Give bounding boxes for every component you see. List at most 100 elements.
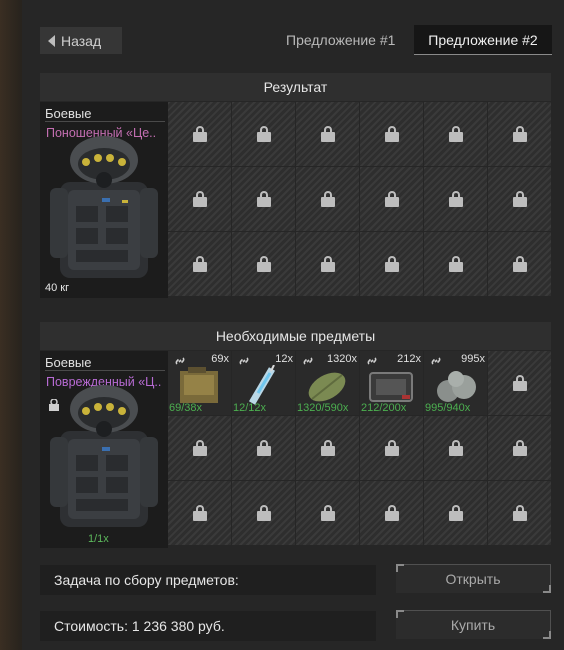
locked-slot: [360, 481, 423, 545]
locked-slot: [232, 102, 295, 166]
back-button[interactable]: Назад: [40, 27, 122, 54]
locked-slot: [488, 102, 551, 166]
material-quantity: 12x: [275, 353, 293, 365]
lock-icon: [256, 256, 271, 272]
open-button[interactable]: Открыть: [396, 564, 551, 593]
result-item-card[interactable]: Боевые Поношенный «Це.. 40 кг: [40, 102, 168, 298]
locked-slot: [360, 102, 423, 166]
lock-icon: [192, 191, 207, 207]
back-label: Назад: [61, 32, 102, 49]
material-slot[interactable]: 69x 69/38x: [168, 351, 231, 415]
locked-slot: [168, 167, 231, 231]
lock-icon: [320, 191, 335, 207]
locked-slot: [488, 232, 551, 296]
armor-suit-icon: [50, 385, 158, 527]
required-item-card[interactable]: Боевые Поврежденный «Ц.. 1/1x: [40, 351, 168, 548]
lock-icon: [512, 440, 527, 456]
locked-slot: [360, 167, 423, 231]
material-have: 1320/590x: [297, 402, 349, 414]
lock-icon: [384, 191, 399, 207]
result-item-category: Боевые: [45, 106, 92, 121]
lock-icon: [320, 126, 335, 142]
locked-slot: [360, 232, 423, 296]
locked-slot: [424, 102, 487, 166]
lock-icon: [448, 440, 463, 456]
result-item-weight: 40 кг: [45, 282, 70, 294]
material-have: 995/940x: [425, 402, 471, 414]
locked-slot: [168, 481, 231, 545]
lock-icon: [192, 126, 207, 142]
material-quantity: 1320x: [327, 353, 357, 365]
locked-slot: [232, 416, 295, 480]
result-title: Результат: [40, 73, 551, 101]
required-item-category: Боевые: [45, 355, 92, 370]
lock-icon: [320, 256, 335, 272]
required-slot-grid: 69x 69/38x 12x 12/12x 1320x 1320/590x 21…: [168, 351, 551, 545]
material-have: 12/12x: [233, 402, 267, 414]
lock-icon: [192, 256, 207, 272]
armor-suit-icon: [50, 136, 158, 278]
lock-icon: [256, 126, 271, 142]
required-item-count: 1/1x: [88, 533, 109, 545]
material-slot[interactable]: 995x 995/940x: [424, 351, 487, 415]
locked-slot: [488, 481, 551, 545]
cost-label: Стоимость: 1 236 380 руб.: [40, 611, 376, 641]
lock-icon: [448, 191, 463, 207]
locked-slot: [232, 167, 295, 231]
result-slot-grid: [168, 102, 551, 296]
locked-slot: [232, 232, 295, 296]
material-slot[interactable]: 12x 12/12x: [232, 351, 295, 415]
buy-button[interactable]: Купить: [396, 610, 551, 639]
locked-slot: [232, 481, 295, 545]
tab-offer-1[interactable]: Предложение #1: [286, 32, 395, 48]
locked-slot: [424, 232, 487, 296]
lock-icon: [320, 440, 335, 456]
locked-slot: [168, 232, 231, 296]
locked-slot: [296, 416, 359, 480]
lock-icon: [512, 191, 527, 207]
locked-slot: [360, 416, 423, 480]
lock-icon: [49, 399, 59, 411]
rock-pile-icon: [437, 371, 476, 402]
lock-icon: [512, 126, 527, 142]
lock-icon: [192, 505, 207, 521]
material-slot[interactable]: 1320x 1320/590x: [296, 351, 359, 415]
lock-icon: [384, 505, 399, 521]
locked-slot: [488, 416, 551, 480]
lock-icon: [256, 191, 271, 207]
locked-slot: [296, 232, 359, 296]
lock-icon: [512, 505, 527, 521]
locked-slot: [296, 481, 359, 545]
locked-slot: [488, 167, 551, 231]
material-quantity: 212x: [397, 353, 421, 365]
syringe-icon: [248, 365, 276, 405]
document-folder-icon: [180, 367, 218, 403]
locked-slot: [296, 102, 359, 166]
tab-offer-2[interactable]: Предложение #2: [414, 25, 552, 55]
locked-slot: [424, 416, 487, 480]
material-have: 212/200x: [361, 402, 407, 414]
material-slot[interactable]: 212x 212/200x: [360, 351, 423, 415]
locked-slot: [168, 102, 231, 166]
leaf-icon: [308, 372, 346, 402]
material-quantity: 69x: [211, 353, 229, 365]
locked-slot: [488, 351, 551, 415]
divider: [45, 370, 165, 371]
locked-slot: [424, 167, 487, 231]
lock-icon: [256, 440, 271, 456]
lock-icon: [320, 505, 335, 521]
lock-icon: [384, 126, 399, 142]
device-case-icon: [369, 372, 413, 402]
divider: [45, 121, 165, 122]
lock-icon: [448, 256, 463, 272]
lock-icon: [512, 375, 527, 391]
locked-slot: [296, 167, 359, 231]
material-have: 69/38x: [169, 402, 203, 414]
lock-icon: [448, 505, 463, 521]
task-label: Задача по сбору предметов:: [40, 565, 376, 595]
lock-icon: [512, 256, 527, 272]
locked-slot: [168, 416, 231, 480]
lock-icon: [256, 505, 271, 521]
lock-icon: [192, 440, 207, 456]
lock-icon: [384, 256, 399, 272]
